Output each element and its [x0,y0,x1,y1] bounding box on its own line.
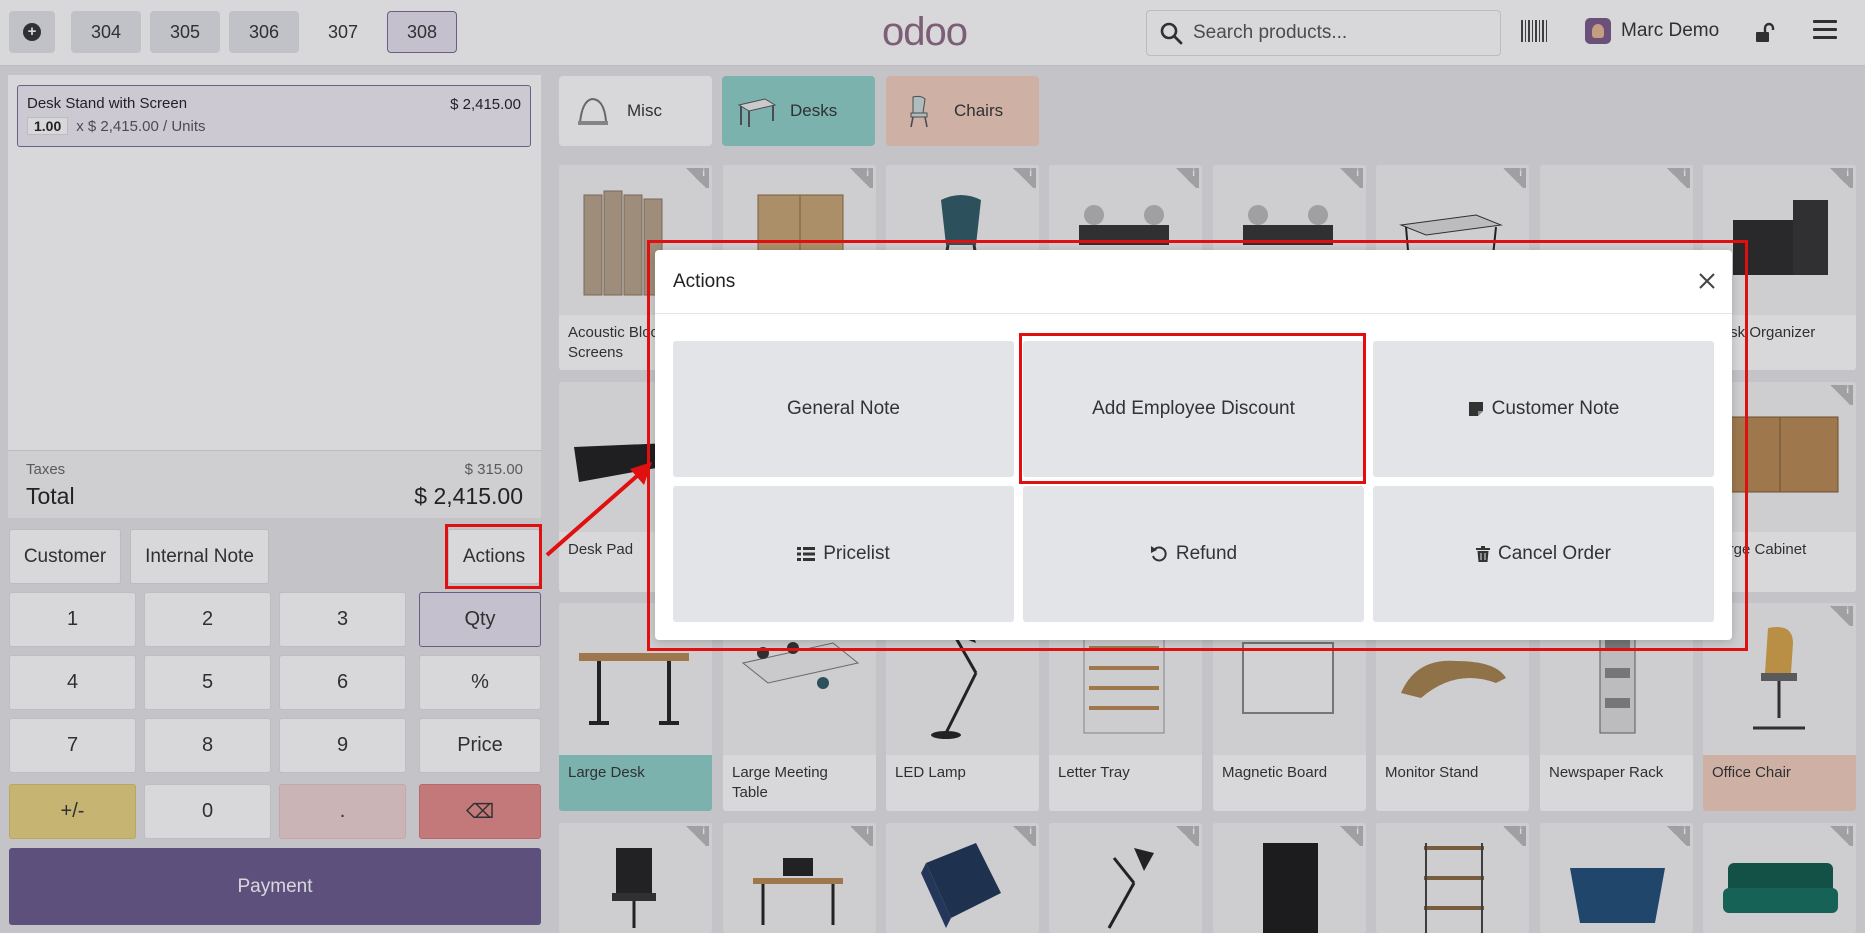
highlight-actions-button [445,524,542,589]
highlight-employee-discount [1019,333,1366,484]
annotation-arrow-icon [545,462,652,557]
